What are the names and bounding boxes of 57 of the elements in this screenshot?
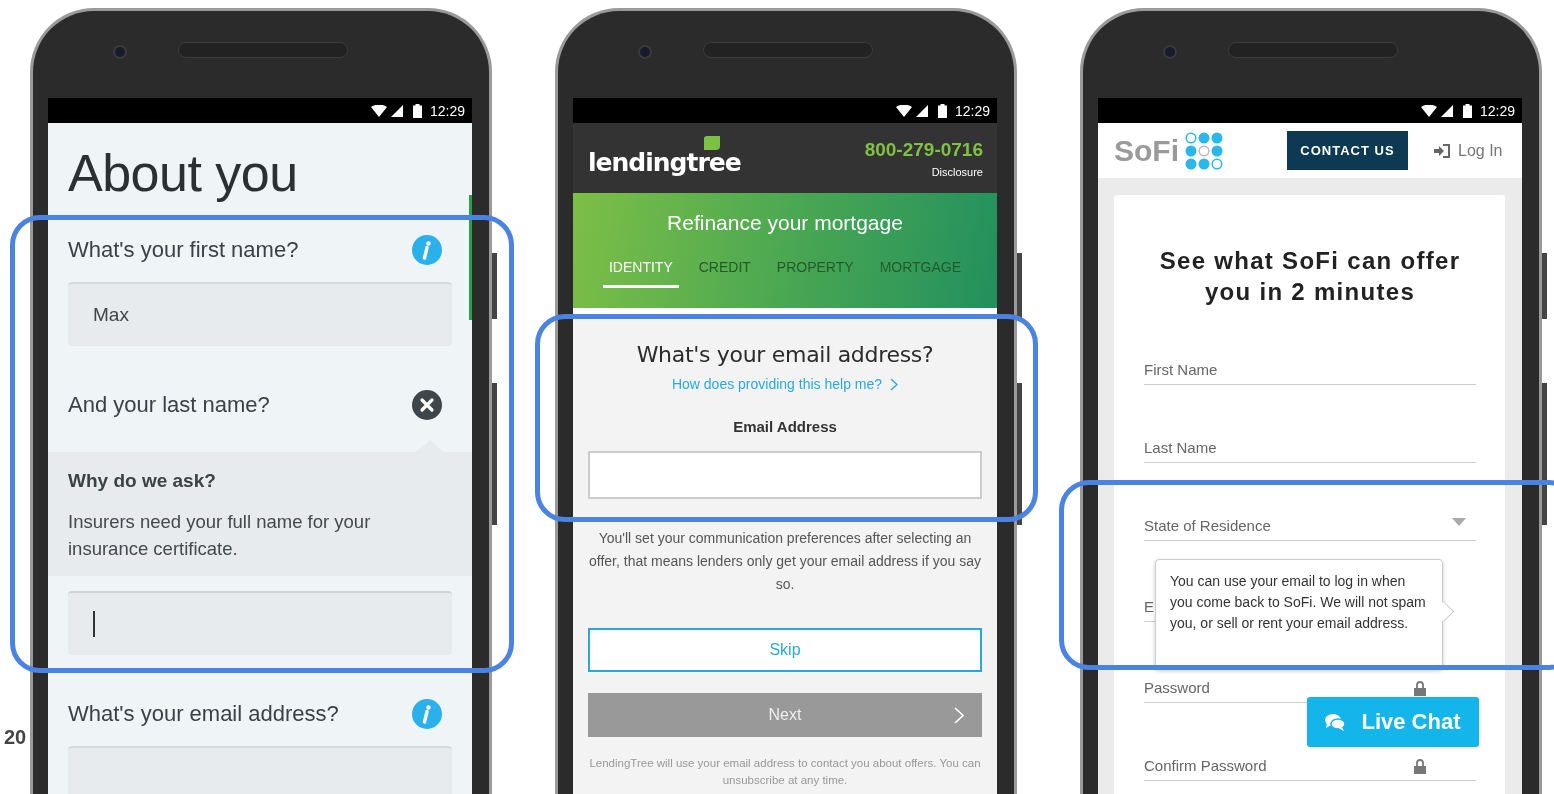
dropdown-caret-icon — [1452, 518, 1466, 526]
signal-icon — [915, 104, 928, 117]
question-label: What's your email address? — [68, 701, 339, 727]
step-tab[interactable]: CREDIT — [692, 259, 757, 288]
info-icon[interactable] — [412, 235, 442, 265]
wifi-icon — [370, 104, 387, 117]
form-field[interactable]: Confirm Password — [1144, 757, 1476, 781]
note-text: You'll set your communication preferences after selecting an offer, that means lenders only get your email address if you say so. — [588, 529, 982, 594]
leaf-icon — [704, 135, 720, 150]
page-number: 20 — [4, 726, 27, 749]
disclosure-link[interactable]: Disclosure — [931, 165, 983, 178]
signal-icon — [390, 104, 403, 117]
logo: SoFi — [1114, 133, 1179, 168]
info-icon[interactable] — [412, 699, 442, 729]
login-icon[interactable] — [1434, 143, 1450, 158]
input-field[interactable] — [68, 591, 452, 655]
help-title: Why do we ask? — [68, 470, 217, 492]
input-field[interactable] — [68, 746, 452, 794]
text-cursor — [93, 611, 95, 637]
chat-bubbles-icon — [1325, 713, 1346, 731]
lock-icon — [1414, 681, 1426, 696]
question-heading: What's your email address? — [636, 342, 934, 367]
email-input[interactable] — [588, 451, 982, 499]
login-link[interactable]: Log In — [1458, 141, 1503, 160]
chevron-icon — [954, 706, 964, 724]
wifi-icon — [1420, 104, 1437, 117]
camera-icon — [638, 45, 652, 59]
wifi-icon — [895, 104, 912, 117]
status-time: 12:29 — [429, 102, 465, 119]
status-time: 12:29 — [1479, 102, 1515, 119]
banner-title: Refinance your mortgage — [667, 211, 903, 235]
camera-icon — [1163, 45, 1177, 59]
lock-icon — [1414, 759, 1426, 774]
battery-icon — [937, 103, 947, 118]
footnote: LendingTree will use your email address to contact you about offers. You can unsubscribe at any time. — [588, 756, 982, 788]
question-label: What's your first name? — [68, 237, 299, 263]
form-field[interactable]: State of Residence — [1144, 517, 1476, 541]
form-field[interactable]: First Name — [1144, 361, 1476, 385]
input-field[interactable]: Max — [68, 282, 452, 346]
question-label: And your last name? — [68, 392, 270, 418]
signal-icon — [1440, 104, 1453, 117]
dot-grid-icon — [1185, 131, 1223, 170]
form-heading: See what SoFi can offer you in 2 minutes — [1158, 246, 1462, 307]
battery-icon — [412, 103, 422, 118]
phone-number-link[interactable]: 800-279-0716 — [864, 138, 983, 161]
status-time: 12:29 — [954, 102, 990, 119]
camera-icon — [113, 45, 127, 59]
form-field[interactable]: Last Name — [1144, 439, 1476, 463]
page-title: About you — [67, 143, 299, 204]
close-icon[interactable] — [412, 390, 442, 420]
tooltip-text: You can use your email to log in when you come back to SoFi. We will not spam you, or sell or rent your email address. — [1170, 572, 1427, 633]
contact-button[interactable]: CONTACT US — [1287, 131, 1408, 170]
logo: lendingtree — [588, 147, 741, 177]
help-text: Insurers need your full name for your insurance certificate. — [68, 510, 372, 561]
field-label: Email Address — [733, 418, 837, 435]
chevron-icon — [890, 377, 899, 391]
battery-icon — [1462, 103, 1472, 118]
